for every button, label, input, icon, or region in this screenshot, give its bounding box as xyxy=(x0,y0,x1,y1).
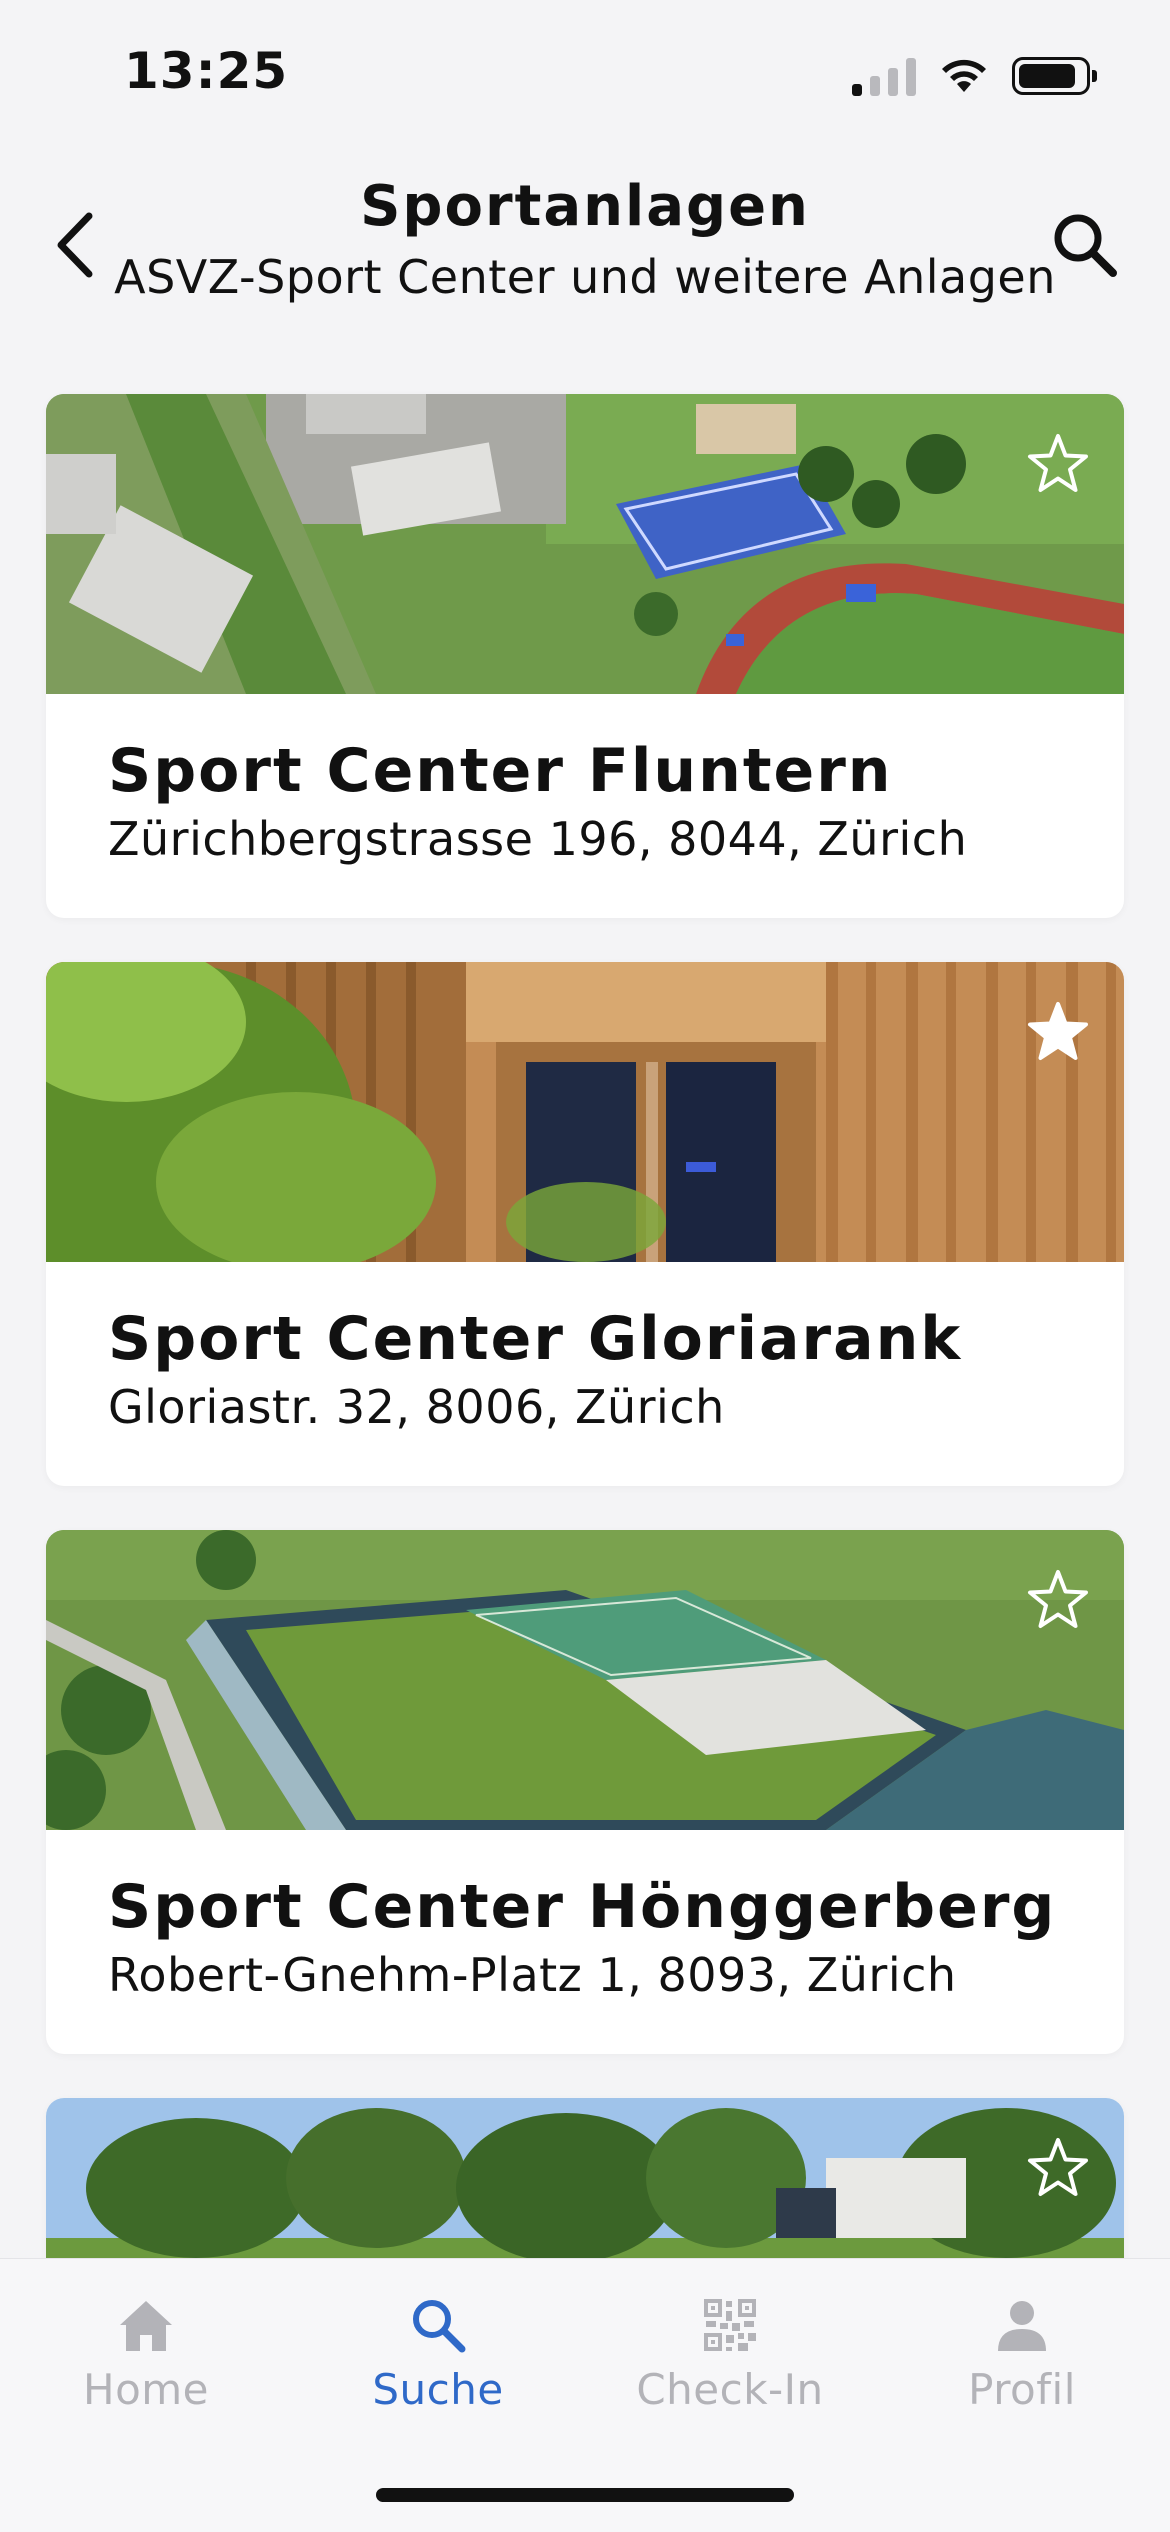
facility-card-gloriarank[interactable]: Sport Center Gloriarank Gloriastr. 32, 8… xyxy=(46,962,1124,1486)
tab-profile[interactable]: Profil xyxy=(876,2293,1168,2414)
search-icon xyxy=(413,2300,466,2353)
facility-card-fluntern[interactable]: Sport Center Fluntern Zürichbergstrasse … xyxy=(46,394,1124,918)
tab-label: Profil xyxy=(968,2365,1076,2414)
house-icon xyxy=(120,2301,172,2351)
facility-address: Zürichbergstrasse 196, 8044, Zürich xyxy=(108,812,968,866)
screen: 13:25 Sportanlagen ASVZ-Sport Center und… xyxy=(0,0,1170,2532)
status-time: 13:25 xyxy=(124,42,289,100)
status-bar: 13:25 xyxy=(0,0,1170,150)
home-indicator[interactable] xyxy=(376,2488,794,2502)
facility-image xyxy=(46,962,1124,1262)
tab-label: Suche xyxy=(372,2365,504,2414)
tab-check-in[interactable]: Check-In xyxy=(584,2293,876,2414)
facility-name: Sport Center Hönggerberg xyxy=(108,1872,1057,1942)
battery-icon xyxy=(1012,57,1097,95)
facility-address: Gloriastr. 32, 8006, Zürich xyxy=(108,1380,725,1434)
star-filled-icon[interactable] xyxy=(1026,1000,1090,1064)
star-outline-icon[interactable] xyxy=(1026,1568,1090,1632)
star-outline-icon[interactable] xyxy=(1026,432,1090,496)
search-icon xyxy=(1054,214,1117,277)
star-outline-icon[interactable] xyxy=(1026,2136,1090,2200)
wifi-icon xyxy=(942,59,986,92)
facility-image xyxy=(46,1530,1124,1830)
page-title: Sportanlagen xyxy=(360,174,810,239)
search-button[interactable] xyxy=(1040,200,1130,290)
header: Sportanlagen ASVZ-Sport Center und weite… xyxy=(0,150,1170,350)
facility-image xyxy=(46,394,1124,694)
facility-address: Robert-Gnehm-Platz 1, 8093, Zürich xyxy=(108,1948,957,2002)
tab-label: Check-In xyxy=(636,2365,824,2414)
person-icon xyxy=(998,2301,1046,2351)
status-icons xyxy=(852,56,1097,96)
cellular-signal-icon xyxy=(852,56,916,96)
tab-home[interactable]: Home xyxy=(0,2293,292,2414)
tab-search[interactable]: Suche xyxy=(292,2293,584,2414)
facility-name: Sport Center Gloriarank xyxy=(108,1304,963,1374)
facility-name: Sport Center Fluntern xyxy=(108,736,893,806)
tab-label: Home xyxy=(82,2365,210,2414)
qr-code-icon xyxy=(704,2299,756,2351)
page-subtitle: ASVZ-Sport Center und weitere Anlagen xyxy=(114,250,1056,304)
facility-card-hoenggerberg[interactable]: Sport Center Hönggerberg Robert-Gnehm-Pl… xyxy=(46,1530,1124,2054)
